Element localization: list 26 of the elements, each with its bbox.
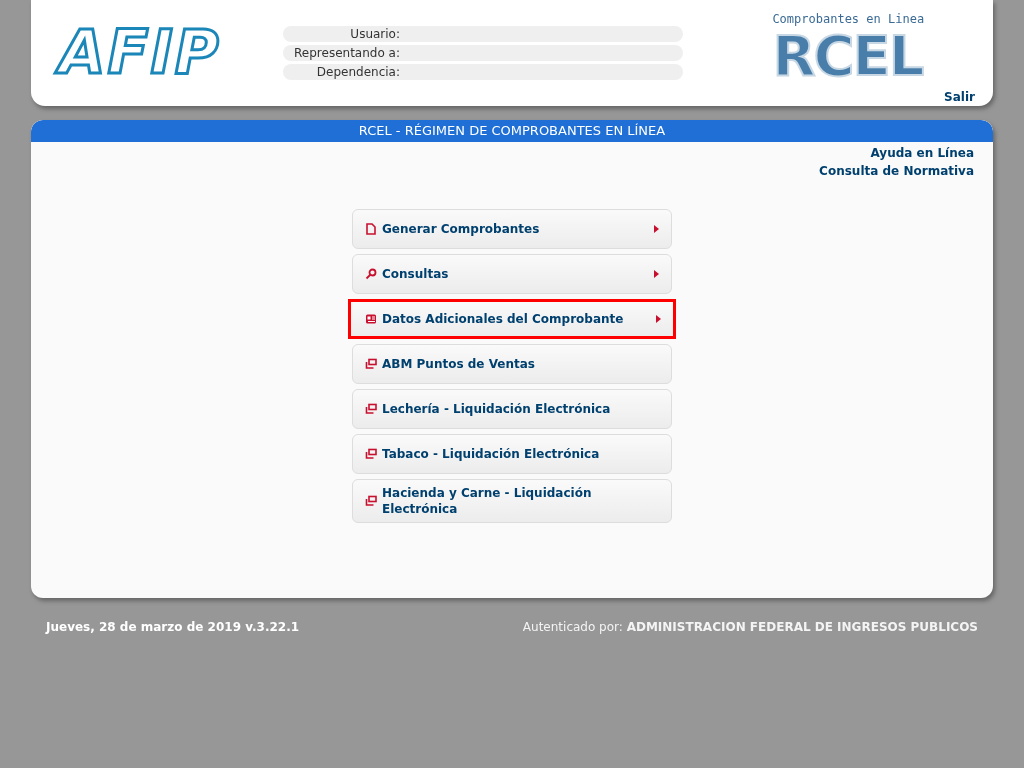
windows-icon [365,495,377,507]
menu-item[interactable]: Datos Adicionales del Comprobante [348,299,676,339]
menu-item[interactable]: ABM Puntos de Ventas [352,344,672,384]
help-link[interactable]: Ayuda en Línea [870,144,974,162]
logout-link[interactable]: Salir [944,90,975,104]
menu-item[interactable]: Generar Comprobantes [352,209,672,249]
caret-icon [654,225,659,233]
caret-icon [654,270,659,278]
search-icon [365,268,377,280]
menu-item[interactable]: Consultas [352,254,672,294]
user-info-field: Representando a: [283,45,683,61]
caret-icon [656,315,661,323]
user-info-field: Usuario: [283,26,683,42]
title-bar: RCEL - RÉGIMEN DE COMPROBANTES EN LÍNEA [31,120,993,142]
menu-item[interactable]: Lechería - Liquidación Electrónica [352,389,672,429]
document-icon [365,223,377,235]
user-info-field: Dependencia: [283,64,683,80]
windows-icon [365,448,377,460]
menu-item[interactable]: Hacienda y Carne - Liquidación Electrónica [352,479,672,523]
menu-item[interactable]: Tabaco - Liquidación Electrónica [352,434,672,474]
date-version-text: Jueves, 28 de marzo de 2019 v.3.22.1 [46,620,300,634]
windows-icon [365,403,377,415]
form-icon [365,313,377,325]
authentication-text: Autenticado por: ADMINISTRACION FEDERAL DE INGRESOS PUBLICOS [522,620,978,634]
windows-icon [365,358,377,370]
help-link[interactable]: Consulta de Normativa [819,162,974,180]
